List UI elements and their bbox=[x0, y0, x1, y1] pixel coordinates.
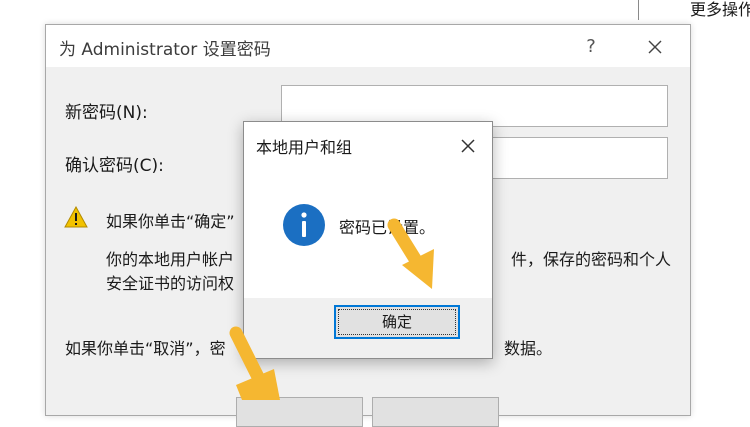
warning-text-line2-right: 件，保存的密码和个人 bbox=[511, 250, 672, 269]
confirm-password-label: 确认密码(C): bbox=[65, 156, 164, 176]
close-icon bbox=[461, 139, 475, 153]
cancel-text-left: 如果你单击“取消”，密 bbox=[65, 339, 226, 358]
info-ok-button[interactable]: 确定 bbox=[334, 305, 460, 339]
new-password-label: 新密码(N): bbox=[65, 103, 148, 123]
background-more-actions[interactable]: 更多操作 bbox=[690, 0, 750, 20]
main-ok-button[interactable] bbox=[236, 397, 363, 427]
set-password-titlebar: 为 Administrator 设置密码 ? bbox=[46, 25, 690, 67]
info-icon bbox=[282, 203, 326, 247]
arrow-annotation-ok bbox=[387, 218, 434, 289]
focus-rect bbox=[338, 309, 456, 335]
help-button[interactable]: ? bbox=[578, 34, 604, 60]
info-close-button[interactable] bbox=[456, 134, 480, 158]
info-dialog-title: 本地用户和组 bbox=[256, 138, 353, 157]
warning-text-line1: 如果你单击“确定” bbox=[106, 212, 235, 231]
arrow-annotation-main bbox=[229, 326, 280, 400]
info-dialog: 本地用户和组 密码已设置。 确定 bbox=[243, 121, 493, 359]
close-button[interactable] bbox=[642, 34, 668, 60]
main-cancel-button[interactable] bbox=[372, 397, 499, 427]
warning-text-line3: 安全证书的访问权 bbox=[106, 274, 235, 293]
cancel-text-right: 数据。 bbox=[504, 339, 553, 358]
warning-icon bbox=[64, 205, 88, 228]
warning-text-line2-left: 你的本地用户帐户 bbox=[106, 250, 235, 269]
info-dialog-content: 本地用户和组 密码已设置。 bbox=[244, 122, 492, 298]
set-password-title: 为 Administrator 设置密码 bbox=[59, 40, 271, 60]
close-icon bbox=[648, 40, 662, 54]
